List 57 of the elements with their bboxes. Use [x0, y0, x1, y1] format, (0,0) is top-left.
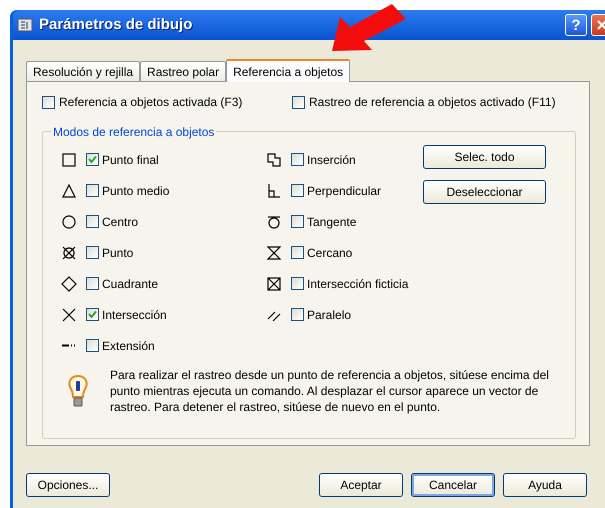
checkbox[interactable] [42, 96, 55, 108]
midpoint-symbol-icon [61, 182, 77, 198]
lightbulb-icon [66, 374, 90, 408]
mode-label: Centro [102, 214, 138, 230]
help-button[interactable]: ? [565, 14, 587, 36]
mode-label: Punto [102, 244, 134, 262]
dialog-button[interactable]: Aceptar [319, 473, 403, 497]
intersection-symbol-icon [61, 306, 77, 322]
option-label: Rastreo de referencia a objetos activado (F11) [309, 94, 556, 111]
checkbox[interactable] [291, 215, 304, 228]
checkbox[interactable] [291, 246, 304, 259]
dialog-button[interactable]: Cancelar [411, 473, 495, 497]
checkbox[interactable] [86, 308, 99, 321]
select-all-button[interactable]: Selec. todo [423, 145, 546, 169]
checkbox[interactable] [291, 184, 304, 197]
perpendicular-symbol-icon [266, 182, 282, 198]
mode-label: Punto medio [102, 182, 170, 200]
checkbox[interactable] [86, 246, 99, 259]
mode-label: Tangente [307, 214, 356, 230]
checkbox[interactable] [292, 96, 305, 108]
insertion-symbol-icon [266, 152, 282, 168]
mode-label: Intersección ficticia [307, 276, 408, 292]
checkbox[interactable] [86, 153, 99, 166]
center-symbol-icon [61, 214, 77, 230]
mode-label: Paralelo [307, 306, 352, 324]
tab[interactable]: Referencia a objetos [226, 59, 350, 82]
checkbox[interactable] [86, 215, 99, 228]
mode-label: Inserción [307, 152, 356, 168]
checkbox[interactable] [86, 277, 99, 290]
deselect-button[interactable]: Deseleccionar [423, 180, 546, 204]
mode-label: Extensión [102, 338, 155, 354]
mode-label: Cuadrante [102, 276, 158, 292]
checkbox[interactable] [291, 308, 304, 321]
dialog-button[interactable]: Ayuda [503, 473, 587, 497]
extension-symbol-icon [62, 344, 76, 347]
close-icon [596, 19, 605, 31]
option-label: Referencia a objetos activada (F3) [59, 94, 242, 111]
dialog-icon [17, 17, 33, 33]
apparent-symbol-icon [266, 276, 282, 292]
tab[interactable]: Resolución y rejilla [26, 61, 140, 81]
options-button[interactable]: Opciones... [26, 473, 110, 497]
checkbox[interactable] [291, 153, 304, 166]
checkbox[interactable] [86, 339, 99, 352]
mode-label: Intersección [102, 306, 167, 324]
tab[interactable]: Rastreo polar [140, 61, 226, 81]
tangent-symbol-icon [266, 214, 282, 230]
hint-text: Para realizar el rastreo desde un punto de referencia a objetos, sitúese encima del punto mientras ejecuta un comando. Al desplazar el cursor aparece un vector de rastreo. Para detener el rastreo, sitúese de nuevo en el punto. [110, 367, 550, 415]
endpoint-symbol-icon [61, 152, 77, 168]
window-title: Parámetros de dibujo [39, 14, 192, 35]
checkbox[interactable] [86, 184, 99, 197]
mode-label: Cercano [307, 244, 352, 262]
mode-label: Punto final [102, 152, 159, 168]
node-symbol-icon [61, 244, 77, 260]
mode-label: Perpendicular [307, 182, 382, 200]
nearest-symbol-icon [266, 244, 282, 260]
checkbox[interactable] [291, 277, 304, 290]
quadrant-symbol-icon [61, 276, 77, 292]
